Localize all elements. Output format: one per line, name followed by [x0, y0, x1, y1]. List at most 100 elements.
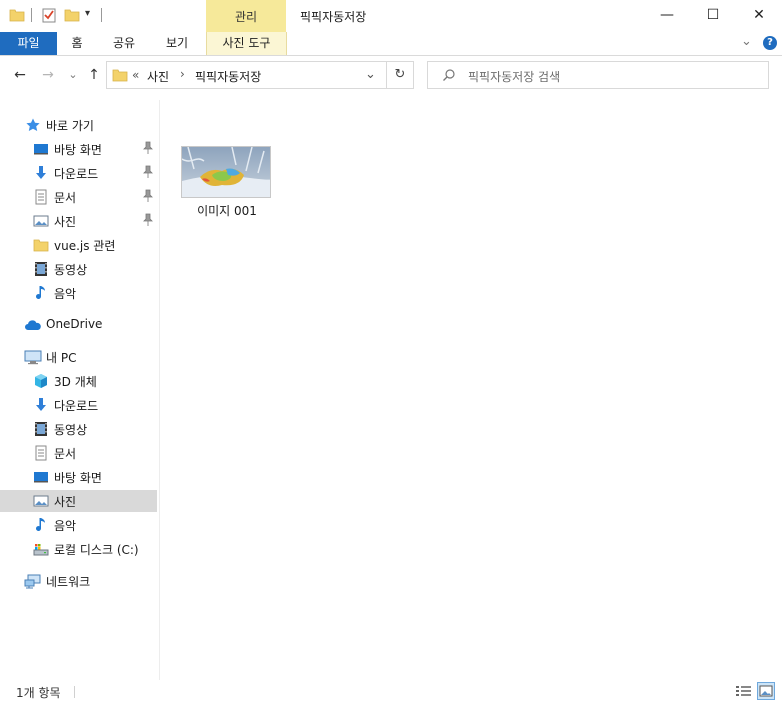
- pin-icon[interactable]: [143, 165, 153, 179]
- 3d-objects-icon: [33, 373, 49, 389]
- video-icon: [33, 261, 49, 277]
- nav-label: 로컬 디스크 (C:): [54, 543, 139, 557]
- tab-share[interactable]: 공유: [104, 32, 144, 55]
- nav-item-vue-folder[interactable]: vue.js 관련: [0, 234, 157, 256]
- computer-icon: [24, 349, 42, 365]
- folder-icon[interactable]: [9, 7, 25, 26]
- separator: [31, 8, 32, 22]
- nav-this-pc[interactable]: 내 PC: [0, 346, 157, 368]
- breadcrumb-separator[interactable]: ›: [180, 67, 185, 81]
- nav-item-videos[interactable]: 동영상: [0, 258, 157, 280]
- nav-label: 내 PC: [46, 351, 77, 365]
- search-icon: [442, 68, 456, 85]
- desktop-icon: [33, 141, 49, 157]
- address-dropdown-icon[interactable]: ⌄: [365, 67, 376, 82]
- forward-button[interactable]: →: [38, 64, 58, 86]
- nav-label: 문서: [54, 191, 77, 205]
- nav-label: 사진: [54, 215, 77, 229]
- close-button[interactable]: ✕: [736, 0, 782, 30]
- download-icon: [33, 397, 49, 413]
- download-icon: [33, 165, 49, 181]
- nav-item-downloads[interactable]: 다운로드: [0, 162, 157, 184]
- back-button[interactable]: ←: [10, 64, 30, 86]
- nav-label: 다운로드: [54, 399, 99, 413]
- file-thumbnail[interactable]: [181, 146, 271, 198]
- pin-icon[interactable]: [143, 213, 153, 227]
- nav-item-music-pc[interactable]: 음악: [0, 514, 157, 536]
- pin-icon[interactable]: [143, 141, 153, 155]
- nav-label: 바탕 화면: [54, 143, 102, 157]
- pin-icon[interactable]: [143, 189, 153, 203]
- maximize-button[interactable]: ☐: [690, 0, 736, 30]
- nav-item-desktop-pc[interactable]: 바탕 화면: [0, 466, 157, 488]
- nav-label: OneDrive: [46, 317, 103, 331]
- folder-icon: [33, 237, 49, 253]
- properties-icon[interactable]: [41, 7, 57, 26]
- nav-item-downloads-pc[interactable]: 다운로드: [0, 394, 157, 416]
- nav-label: 바로 가기: [46, 119, 94, 133]
- video-icon: [33, 421, 49, 437]
- nav-item-music[interactable]: 음악: [0, 282, 157, 304]
- nav-item-documents-pc[interactable]: 문서: [0, 442, 157, 464]
- star-icon: [25, 117, 41, 133]
- expand-ribbon-icon[interactable]: ⌄: [741, 34, 752, 49]
- nav-label: 네트워크: [46, 575, 91, 589]
- nav-label: 사진: [54, 495, 77, 509]
- customize-toolbar-icon[interactable]: ▾: [85, 8, 90, 19]
- nav-item-pictures-pc[interactable]: 사진: [0, 490, 157, 512]
- file-name[interactable]: 이미지 001: [181, 202, 273, 219]
- nav-item-documents[interactable]: 문서: [0, 186, 157, 208]
- help-icon[interactable]: ?: [763, 36, 777, 50]
- refresh-button[interactable]: ↻: [386, 61, 414, 89]
- nav-quick-access[interactable]: 바로 가기: [0, 114, 157, 136]
- window-title: 픽픽자동저장: [300, 10, 367, 24]
- tab-home[interactable]: 홈: [60, 32, 94, 55]
- breadcrumb-item-current[interactable]: 픽픽자동저장: [195, 68, 261, 85]
- nav-label: 다운로드: [54, 167, 99, 181]
- network-icon: [24, 573, 41, 589]
- desktop-icon: [33, 469, 49, 485]
- details-view-icon: [736, 686, 751, 696]
- large-icons-view-icon: [759, 685, 773, 697]
- nav-item-pictures[interactable]: 사진: [0, 210, 157, 232]
- nav-item-local-disk[interactable]: 로컬 디스크 (C:): [0, 538, 157, 560]
- document-icon: [33, 445, 49, 461]
- contextual-tab-manage[interactable]: 관리: [206, 0, 286, 32]
- nav-label: 3D 개체: [54, 375, 97, 389]
- nav-item-3d-objects[interactable]: 3D 개체: [0, 370, 157, 392]
- tab-view[interactable]: 보기: [155, 32, 199, 55]
- search-box[interactable]: 픽픽자동저장 검색: [427, 61, 769, 89]
- nav-label: 문서: [54, 447, 77, 461]
- tab-picture-tools[interactable]: 사진 도구: [206, 32, 287, 55]
- drive-icon: [33, 541, 49, 557]
- cloud-icon: [24, 317, 41, 333]
- large-icons-view-button[interactable]: [757, 682, 775, 700]
- nav-label: 바탕 화면: [54, 471, 102, 485]
- nav-label: 동영상: [54, 263, 88, 277]
- ribbon-tabs: 파일 홈 공유 보기 사진 도구 ⌄ ?: [0, 32, 782, 56]
- nav-onedrive[interactable]: OneDrive: [0, 314, 157, 336]
- details-view-button[interactable]: [735, 682, 753, 700]
- nav-label: 동영상: [54, 423, 88, 437]
- tab-file[interactable]: 파일: [0, 32, 57, 55]
- title-bar: ▾ 관리 픽픽자동저장 — ☐ ✕: [0, 0, 782, 32]
- address-bar[interactable]: « 사진 › 픽픽자동저장 ⌄: [106, 61, 387, 89]
- document-icon: [33, 189, 49, 205]
- new-folder-icon[interactable]: [64, 7, 80, 26]
- nav-item-desktop[interactable]: 바탕 화면: [0, 138, 157, 160]
- nav-item-videos-pc[interactable]: 동영상: [0, 418, 157, 440]
- folder-icon: [112, 67, 128, 86]
- recent-locations-button[interactable]: ⌄: [63, 64, 83, 86]
- navigation-pane: 바로 가기 바탕 화면 다운로드 문서 사진 vue.js 관련 동영상 음악 …: [0, 100, 160, 680]
- music-icon: [33, 285, 49, 301]
- status-separator: [74, 686, 75, 698]
- breadcrumb-overflow[interactable]: «: [132, 68, 139, 82]
- up-button[interactable]: ↑: [84, 64, 104, 86]
- music-icon: [33, 517, 49, 533]
- breadcrumb-item-pictures[interactable]: 사진: [147, 68, 169, 85]
- nav-label: 음악: [54, 287, 77, 301]
- search-placeholder: 픽픽자동저장 검색: [468, 70, 561, 84]
- nav-network[interactable]: 네트워크: [0, 570, 157, 592]
- minimize-button[interactable]: —: [644, 0, 690, 30]
- status-item-count: 1개 항목: [16, 686, 61, 700]
